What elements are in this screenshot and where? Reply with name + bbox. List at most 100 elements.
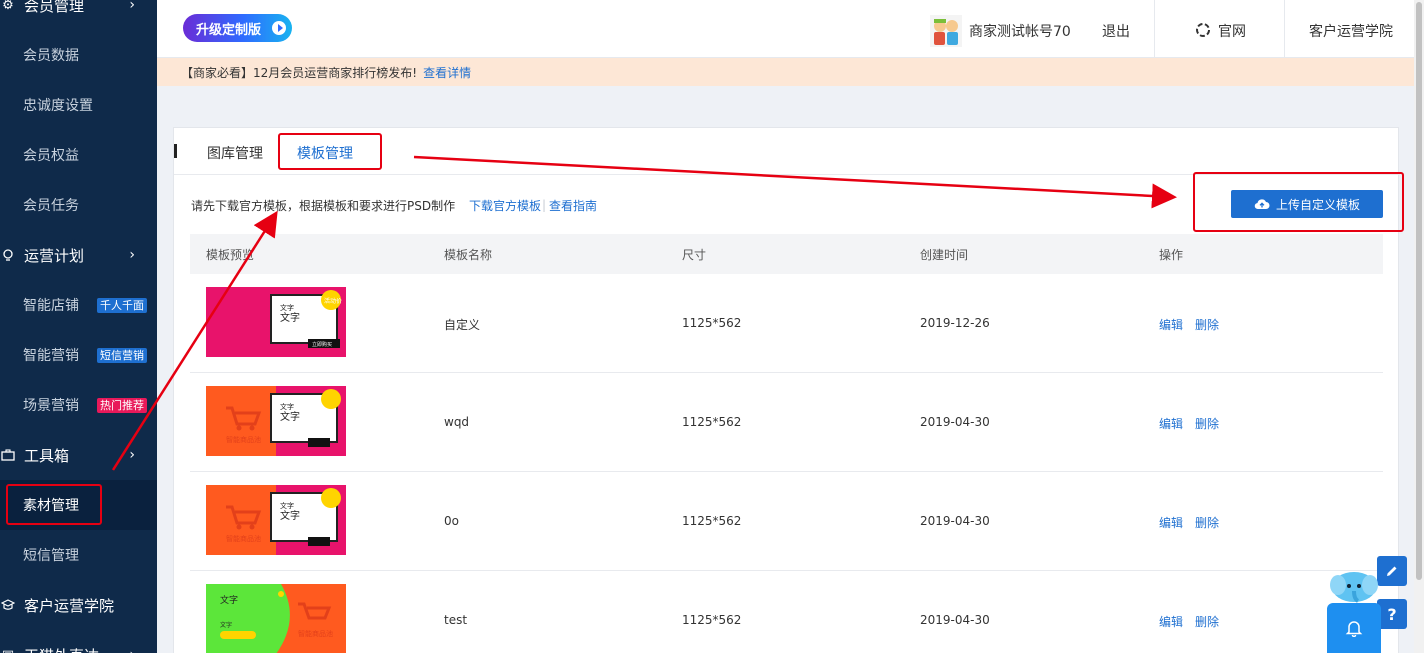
mascot-image bbox=[1330, 572, 1378, 603]
official-site-link[interactable]: 官网 bbox=[1218, 21, 1246, 41]
logout-link[interactable]: 退出 bbox=[1102, 21, 1130, 41]
official-site-icon bbox=[1196, 23, 1210, 37]
notice-details-link[interactable]: 查看详情 bbox=[423, 64, 471, 81]
sidebar-group-label: 工具箱 bbox=[24, 446, 70, 465]
sidebar-badge: 热门推荐 bbox=[97, 397, 147, 413]
thumbnail-text: 智能商品池 bbox=[226, 435, 261, 444]
template-name: test bbox=[444, 613, 468, 627]
table-row: 文字 文字 智能商品池 test 1125*562 2019-04-30 编辑 … bbox=[190, 571, 1383, 653]
chevron-right-icon: › bbox=[129, 0, 135, 13]
sidebar-item-scene-marketing[interactable]: 场景营销 热门推荐 bbox=[0, 380, 157, 430]
column-header-actions: 操作 bbox=[1159, 248, 1184, 262]
delete-link[interactable]: 删除 bbox=[1195, 415, 1219, 432]
sidebar-group-label: 客户运营学院 bbox=[24, 596, 115, 615]
edit-link[interactable]: 编辑 bbox=[1159, 415, 1183, 432]
chevron-right-icon: › bbox=[129, 647, 135, 653]
sidebar-item-member-data[interactable]: 会员数据 bbox=[0, 30, 157, 80]
column-header-created: 创建时间 bbox=[920, 248, 969, 262]
sidebar-group-tmall[interactable]: ▣ 天猫外直达 › bbox=[0, 630, 157, 653]
sidebar-group-academy[interactable]: 客户运营学院 bbox=[0, 580, 157, 630]
delete-link[interactable]: 删除 bbox=[1195, 613, 1219, 630]
thumbnail-text: 文字 bbox=[280, 311, 300, 324]
thumbnail-text: 文字 bbox=[280, 501, 294, 510]
sidebar-item-label: 场景营销 bbox=[23, 398, 79, 414]
sidebar: ⚙ 会员管理 › 会员数据 忠诚度设置 会员权益 会员任务 运营计划 › 智能店… bbox=[0, 0, 157, 653]
sidebar-item-rights[interactable]: 会员权益 bbox=[0, 130, 157, 180]
upgrade-button[interactable]: 升级定制版 bbox=[183, 14, 292, 42]
help-icon: ? bbox=[1387, 604, 1397, 624]
top-header: 升级定制版 商家测试帐号70 退出 官网 客户运营学院 bbox=[157, 0, 1414, 58]
sidebar-item-smart-store[interactable]: 智能店铺 千人千面 bbox=[0, 280, 157, 330]
column-header-size: 尺寸 bbox=[682, 248, 707, 262]
sidebar-item-sms-mgmt[interactable]: 短信管理 bbox=[0, 530, 157, 580]
account-name[interactable]: 商家测试帐号70 bbox=[969, 21, 1071, 41]
notification-button[interactable] bbox=[1327, 603, 1381, 653]
template-created: 2019-12-26 bbox=[920, 316, 990, 330]
scrollbar-thumb[interactable] bbox=[1416, 2, 1422, 580]
sidebar-item-label: 智能营销 bbox=[23, 348, 79, 364]
academy-link[interactable]: 客户运营学院 bbox=[1309, 21, 1393, 41]
notice-text: 【商家必看】12月会员运营商家排行榜发布! bbox=[181, 65, 418, 80]
sidebar-badge: 短信营销 bbox=[97, 347, 147, 363]
sidebar-item-label: 会员权益 bbox=[23, 148, 79, 164]
lightbulb-icon bbox=[0, 247, 16, 263]
template-created: 2019-04-30 bbox=[920, 613, 990, 627]
toolbox-icon bbox=[0, 447, 16, 463]
download-template-link[interactable]: 下载官方模板 bbox=[469, 197, 541, 214]
feedback-edit-button[interactable] bbox=[1377, 556, 1407, 586]
delete-link[interactable]: 删除 bbox=[1195, 514, 1219, 531]
avatar bbox=[930, 15, 962, 47]
column-header-preview: 模板预览 bbox=[206, 248, 255, 262]
template-panel: 图库管理 模板管理 请先下载官方模板，根据模板和要求进行PSD制作 下载官方模板… bbox=[173, 127, 1404, 653]
play-icon bbox=[272, 21, 286, 35]
sidebar-item-tasks[interactable]: 会员任务 bbox=[0, 180, 157, 230]
bell-icon bbox=[1345, 621, 1363, 637]
edit-link[interactable]: 编辑 bbox=[1159, 613, 1183, 630]
template-name: wqd bbox=[444, 415, 470, 429]
column-header-name: 模板名称 bbox=[444, 248, 493, 262]
academy-icon bbox=[0, 597, 16, 613]
thumbnail-text: 文字 bbox=[220, 594, 238, 606]
annotation-highlight-box bbox=[1193, 172, 1404, 232]
template-thumbnail: 文字 文字 活动价 立即购买 bbox=[206, 287, 346, 357]
page-scrollbar[interactable] bbox=[1414, 0, 1424, 653]
thumbnail-label: 立即购买 bbox=[312, 341, 332, 348]
upgrade-label: 升级定制版 bbox=[196, 22, 262, 38]
thumbnail-badge-text: 活动价 bbox=[324, 297, 342, 305]
tab-gallery[interactable]: 图库管理 bbox=[207, 143, 263, 163]
guide-link[interactable]: 查看指南 bbox=[549, 197, 597, 214]
sidebar-item-label: 短信管理 bbox=[23, 548, 79, 564]
template-size: 1125*562 bbox=[682, 316, 742, 330]
thumbnail-text: 文字 bbox=[280, 303, 294, 312]
table-header: 模板预览 模板名称 尺寸 创建时间 操作 bbox=[190, 234, 1383, 274]
sidebar-item-label: 会员任务 bbox=[23, 198, 79, 214]
pencil-icon bbox=[1387, 566, 1397, 576]
table-row: 智能商品池 文字 文字 0o 1125*562 2019-04-30 编辑 删除 bbox=[190, 472, 1383, 571]
delete-link[interactable]: 删除 bbox=[1195, 316, 1219, 333]
thumbnail-text: 文字 bbox=[280, 509, 300, 522]
sidebar-item-loyalty[interactable]: 忠诚度设置 bbox=[0, 80, 157, 130]
template-thumbnail: 智能商品池 文字 文字 bbox=[206, 386, 346, 456]
help-button[interactable]: ? bbox=[1377, 599, 1407, 629]
sidebar-item-label: 会员数据 bbox=[23, 48, 79, 64]
annotation-highlight-box bbox=[278, 133, 382, 170]
sidebar-group-label: 会员管理 bbox=[24, 0, 85, 15]
table-row: 智能商品池 文字 文字 wqd 1125*562 2019-04-30 编辑 删… bbox=[190, 373, 1383, 472]
sidebar-group-toolbox[interactable]: 工具箱 › bbox=[0, 430, 157, 480]
template-name: 0o bbox=[444, 514, 459, 528]
thumbnail-text: 智能商品池 bbox=[226, 534, 261, 543]
sidebar-group-ops-plan[interactable]: 运营计划 › bbox=[0, 230, 157, 280]
sidebar-item-smart-marketing[interactable]: 智能营销 短信营销 bbox=[0, 330, 157, 380]
template-thumbnail: 文字 文字 智能商品池 bbox=[206, 584, 346, 653]
sidebar-group-member-mgmt[interactable]: ⚙ 会员管理 › bbox=[0, 0, 157, 30]
template-created: 2019-04-30 bbox=[920, 415, 990, 429]
store-icon: ▣ bbox=[0, 647, 16, 653]
sidebar-group-label: 运营计划 bbox=[24, 246, 85, 265]
edit-link[interactable]: 编辑 bbox=[1159, 316, 1183, 333]
template-size: 1125*562 bbox=[682, 415, 742, 429]
edit-link[interactable]: 编辑 bbox=[1159, 514, 1183, 531]
header-divider bbox=[1154, 0, 1155, 58]
settings-icon: ⚙ bbox=[2, 0, 14, 13]
thumbnail-text: 文字 bbox=[280, 402, 294, 411]
table-row: 文字 文字 活动价 立即购买 自定义 1125*562 2019-12-26 编… bbox=[190, 274, 1383, 373]
